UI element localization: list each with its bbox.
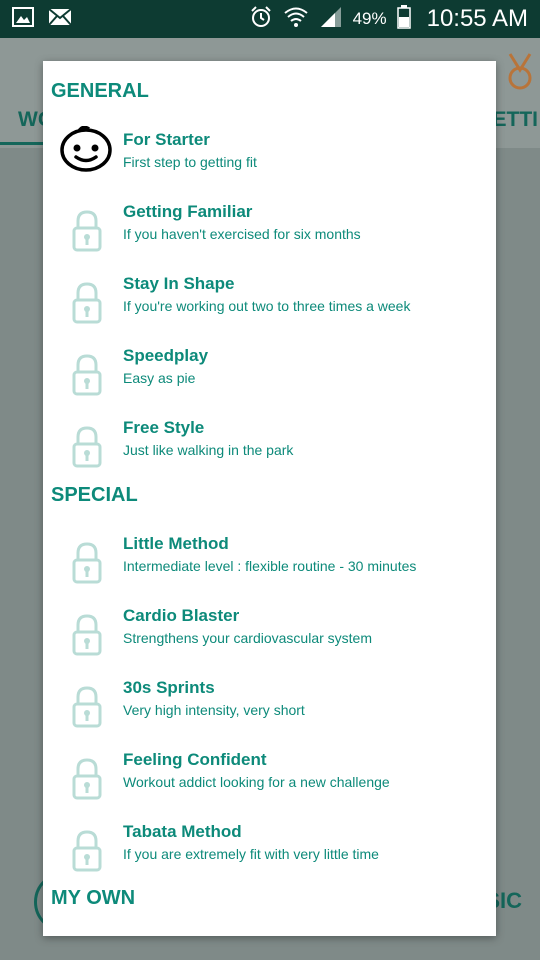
lock-icon xyxy=(71,614,103,656)
status-bar: 49% 10:55 AM xyxy=(0,0,540,38)
workout-subtitle: Intermediate level : flexible routine - … xyxy=(123,558,417,574)
workout-picker-dialog: GENERAL For Starter First step to gettin… xyxy=(43,61,496,936)
workout-subtitle: Very high intensity, very short xyxy=(123,702,305,718)
workout-subtitle: Just like walking in the park xyxy=(123,442,294,458)
background-tab-settings: ETTI xyxy=(492,108,539,131)
lock-icon xyxy=(71,542,103,584)
workout-title: Little Method xyxy=(123,534,229,553)
workout-subtitle: If you are extremely fit with very littl… xyxy=(123,846,379,862)
workout-item-30s-sprints[interactable]: 30s Sprints Very high intensity, very sh… xyxy=(43,678,496,750)
workout-item-getting-familiar[interactable]: Getting Familiar If you haven't exercise… xyxy=(43,202,496,274)
workout-title: 30s Sprints xyxy=(123,678,215,697)
mail-icon xyxy=(48,7,72,31)
workout-subtitle: If you haven't exercised for six months xyxy=(123,226,361,242)
workout-title: Speedplay xyxy=(123,346,209,365)
lock-icon xyxy=(71,830,103,872)
workout-item-tabata-method[interactable]: Tabata Method If you are extremely fit w… xyxy=(43,822,496,894)
workout-subtitle: If you're working out two to three times… xyxy=(123,298,411,314)
section-header-general: GENERAL xyxy=(51,80,149,102)
medal-icon xyxy=(504,52,536,97)
workout-title: Stay In Shape xyxy=(123,274,235,293)
workout-title: Feeling Confident xyxy=(123,750,267,769)
workout-title: Getting Familiar xyxy=(123,202,253,221)
workout-item-feeling-confident[interactable]: Feeling Confident Workout addict looking… xyxy=(43,750,496,822)
workout-subtitle: Workout addict looking for a new challen… xyxy=(123,774,390,790)
workout-item-speedplay[interactable]: Speedplay Easy as pie xyxy=(43,346,496,418)
lock-icon xyxy=(71,686,103,728)
workout-item-cardio-blaster[interactable]: Cardio Blaster Strengthens your cardiova… xyxy=(43,606,496,678)
workout-item-for-starter[interactable]: For Starter First step to getting fit xyxy=(43,125,496,202)
lock-icon xyxy=(71,282,103,324)
clock: 10:55 AM xyxy=(426,5,528,32)
section-header-special: SPECIAL xyxy=(51,484,138,506)
alarm-icon xyxy=(249,5,273,34)
workout-subtitle: Strengthens your cardiovascular system xyxy=(123,630,372,646)
lock-icon xyxy=(71,354,103,396)
lock-icon xyxy=(71,758,103,800)
workout-title: Free Style xyxy=(123,418,205,437)
signal-icon xyxy=(319,6,343,33)
section-header-my-own: MY OWN xyxy=(51,887,136,909)
battery-icon xyxy=(396,4,411,34)
lock-icon xyxy=(71,426,103,468)
workout-subtitle: Easy as pie xyxy=(123,370,196,386)
baby-face-icon xyxy=(59,125,115,174)
workout-title: Cardio Blaster xyxy=(123,606,240,625)
wifi-icon xyxy=(283,6,309,33)
lock-icon xyxy=(71,210,103,252)
workout-item-free-style[interactable]: Free Style Just like walking in the park xyxy=(43,418,496,490)
battery-percent: 49% xyxy=(352,9,387,28)
gallery-icon xyxy=(12,6,34,32)
workout-item-stay-in-shape[interactable]: Stay In Shape If you're working out two … xyxy=(43,274,496,346)
workout-item-little-method[interactable]: Little Method Intermediate level : flexi… xyxy=(43,534,496,606)
workout-title: Tabata Method xyxy=(123,822,242,841)
workout-subtitle: First step to getting fit xyxy=(123,154,257,170)
workout-title: For Starter xyxy=(123,130,210,149)
